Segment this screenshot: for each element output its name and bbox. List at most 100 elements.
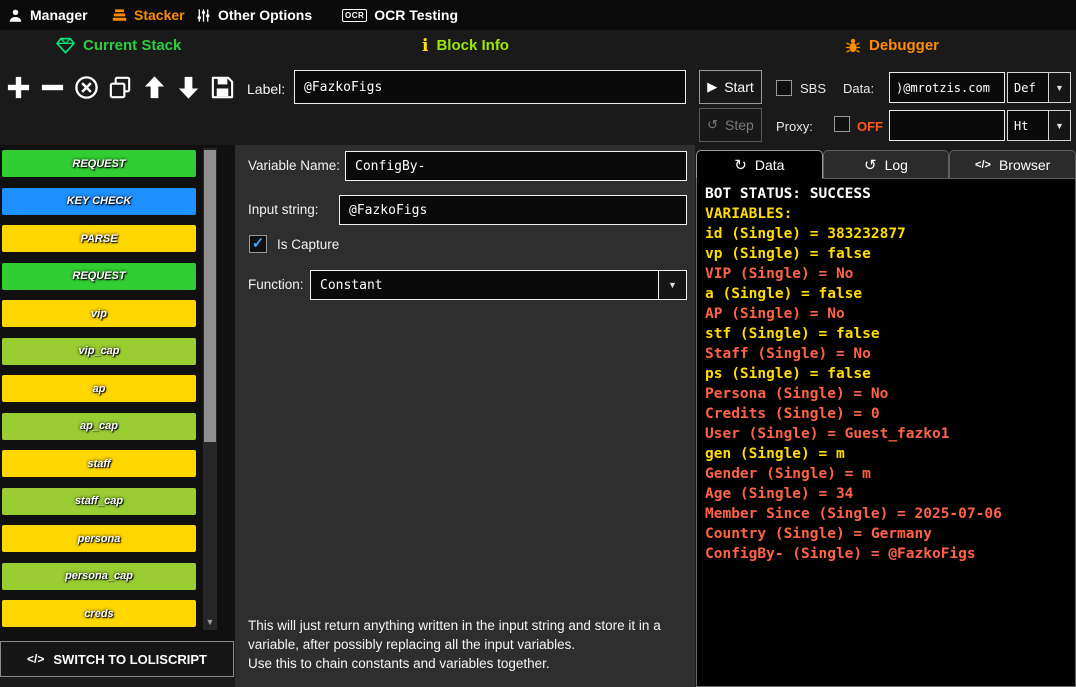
code-icon: </> bbox=[975, 159, 991, 171]
log-line: id (Single) = 383232877 bbox=[705, 224, 1075, 244]
stack-block[interactable]: REQUEST bbox=[2, 150, 196, 177]
debugger-log: BOT STATUS: SUCCESSVARIABLES:id (Single)… bbox=[696, 179, 1076, 687]
menu-item-ocr-testing[interactable]: OCR OCR Testing bbox=[342, 0, 458, 30]
function-value: Constant bbox=[311, 271, 658, 299]
log-line: gen (Single) = m bbox=[705, 444, 1075, 464]
history-icon: ↺ bbox=[864, 156, 877, 174]
log-line: Gender (Single) = m bbox=[705, 464, 1075, 484]
start-button[interactable]: ▶ Start bbox=[699, 70, 762, 104]
stack-block[interactable]: staff_cap bbox=[2, 488, 196, 515]
app-window: Manager Stacker Other Options OCR OCR Te… bbox=[0, 0, 1076, 687]
scrollbar-thumb[interactable] bbox=[204, 150, 216, 442]
block-info-header: i Block Info bbox=[422, 37, 509, 54]
stack-block[interactable]: PARSE bbox=[2, 225, 196, 252]
menu-item-label: Manager bbox=[30, 7, 88, 23]
stack-block[interactable]: vip_cap bbox=[2, 338, 196, 365]
proxy-checkbox[interactable] bbox=[834, 116, 850, 132]
menu-item-stacker[interactable]: Stacker bbox=[112, 0, 185, 30]
step-back-icon: ↺ bbox=[707, 117, 718, 133]
play-icon: ▶ bbox=[707, 79, 717, 95]
log-line: ConfigBy- (Single) = @FazkoFigs bbox=[705, 544, 1075, 564]
proxy-input[interactable] bbox=[889, 110, 1005, 141]
tab-data[interactable]: ↻ Data bbox=[696, 150, 823, 179]
remove-block-button[interactable] bbox=[36, 70, 68, 104]
tab-log[interactable]: ↺ Log bbox=[823, 150, 950, 179]
switch-to-loliscript-button[interactable]: </> SWITCH TO LOLISCRIPT bbox=[0, 641, 234, 677]
stack-block[interactable]: persona_cap bbox=[2, 563, 196, 590]
debugger-title: Debugger bbox=[869, 37, 939, 54]
check-icon: ✓ bbox=[252, 237, 265, 251]
stack-block[interactable]: ap bbox=[2, 375, 196, 402]
proxy-type-value: Ht bbox=[1008, 111, 1048, 140]
variable-name-label: Variable Name: bbox=[248, 158, 340, 173]
clone-block-button[interactable] bbox=[104, 70, 136, 104]
chevron-down-icon[interactable]: ▼ bbox=[1048, 73, 1070, 102]
menu-item-other-options[interactable]: Other Options bbox=[196, 0, 312, 30]
code-icon: </> bbox=[27, 652, 44, 666]
refresh-icon: ↻ bbox=[734, 156, 747, 174]
step-button[interactable]: ↺ Step bbox=[699, 108, 762, 142]
proxy-type-dropdown[interactable]: Ht ▼ bbox=[1007, 110, 1071, 141]
block-label-input[interactable] bbox=[294, 70, 686, 104]
move-block-up-button[interactable] bbox=[138, 70, 170, 104]
person-icon bbox=[8, 8, 23, 23]
stack-scrollbar[interactable]: ▼ bbox=[203, 148, 217, 630]
chevron-down-icon[interactable]: ▼ bbox=[658, 271, 686, 299]
block-info-title: Block Info bbox=[436, 37, 509, 54]
log-line: Age (Single) = 34 bbox=[705, 484, 1075, 504]
wordlist-type-value: Def bbox=[1008, 73, 1048, 102]
stack-block[interactable]: ap_cap bbox=[2, 413, 196, 440]
log-line: VARIABLES: bbox=[705, 204, 1075, 224]
input-string-input[interactable] bbox=[339, 195, 687, 225]
arrow-up-icon bbox=[141, 74, 168, 101]
menu-item-manager[interactable]: Manager bbox=[8, 0, 88, 30]
sbs-checkbox[interactable] bbox=[776, 80, 792, 96]
function-dropdown[interactable]: Constant ▼ bbox=[310, 270, 687, 300]
scroll-down-arrow-icon[interactable]: ▼ bbox=[203, 615, 217, 629]
is-capture-checkbox[interactable]: ✓ bbox=[249, 235, 267, 253]
chevron-down-icon[interactable]: ▼ bbox=[1048, 111, 1070, 140]
log-line: User (Single) = Guest_fazko1 bbox=[705, 424, 1075, 444]
stack-block[interactable]: staff bbox=[2, 450, 196, 477]
current-stack-header: Current Stack bbox=[56, 37, 181, 54]
tab-label: Data bbox=[755, 157, 785, 173]
data-input[interactable] bbox=[889, 72, 1005, 103]
menubar: Manager Stacker Other Options OCR OCR Te… bbox=[0, 0, 1076, 30]
menu-item-label: Other Options bbox=[218, 7, 312, 23]
wordlist-type-dropdown[interactable]: Def ▼ bbox=[1007, 72, 1071, 103]
stack-block[interactable]: KEY CHECK bbox=[2, 188, 196, 215]
tab-browser[interactable]: </> Browser bbox=[949, 150, 1076, 179]
move-block-down-button[interactable] bbox=[172, 70, 204, 104]
disable-block-button[interactable] bbox=[70, 70, 102, 104]
stack-block[interactable]: vip bbox=[2, 300, 196, 327]
menu-item-label: Stacker bbox=[134, 7, 185, 23]
bug-icon bbox=[845, 38, 861, 54]
log-line: Credits (Single) = 0 bbox=[705, 404, 1075, 424]
switch-button-label: SWITCH TO LOLISCRIPT bbox=[53, 652, 207, 667]
sliders-icon bbox=[196, 8, 211, 23]
log-line: stf (Single) = false bbox=[705, 324, 1075, 344]
log-line: a (Single) = false bbox=[705, 284, 1075, 304]
copy-icon bbox=[107, 74, 134, 101]
block-description-line1: This will just return anything written i… bbox=[248, 616, 688, 654]
block-description: This will just return anything written i… bbox=[248, 616, 688, 673]
log-line: ps (Single) = false bbox=[705, 364, 1075, 384]
minus-icon bbox=[39, 74, 66, 101]
tab-label: Log bbox=[885, 157, 908, 173]
add-block-button[interactable] bbox=[2, 70, 34, 104]
stack-block[interactable]: creds bbox=[2, 600, 196, 627]
variable-name-input[interactable] bbox=[345, 151, 687, 181]
block-stack-list: REQUEST KEY CHECK PARSE REQUEST vip vip_capap… bbox=[2, 150, 196, 638]
log-line: Staff (Single) = No bbox=[705, 344, 1075, 364]
save-stack-button[interactable] bbox=[206, 70, 238, 104]
plus-icon bbox=[5, 74, 32, 101]
stack-block[interactable]: REQUEST bbox=[2, 263, 196, 290]
step-button-label: Step bbox=[725, 117, 754, 133]
log-line: AP (Single) = No bbox=[705, 304, 1075, 324]
info-icon: i bbox=[422, 39, 428, 53]
stack-block[interactable]: persona bbox=[2, 525, 196, 552]
proxy-status: OFF bbox=[857, 119, 883, 134]
sbs-label: SBS bbox=[800, 81, 826, 96]
tab-label: Browser bbox=[999, 157, 1050, 173]
menu-item-label: OCR Testing bbox=[374, 7, 458, 23]
